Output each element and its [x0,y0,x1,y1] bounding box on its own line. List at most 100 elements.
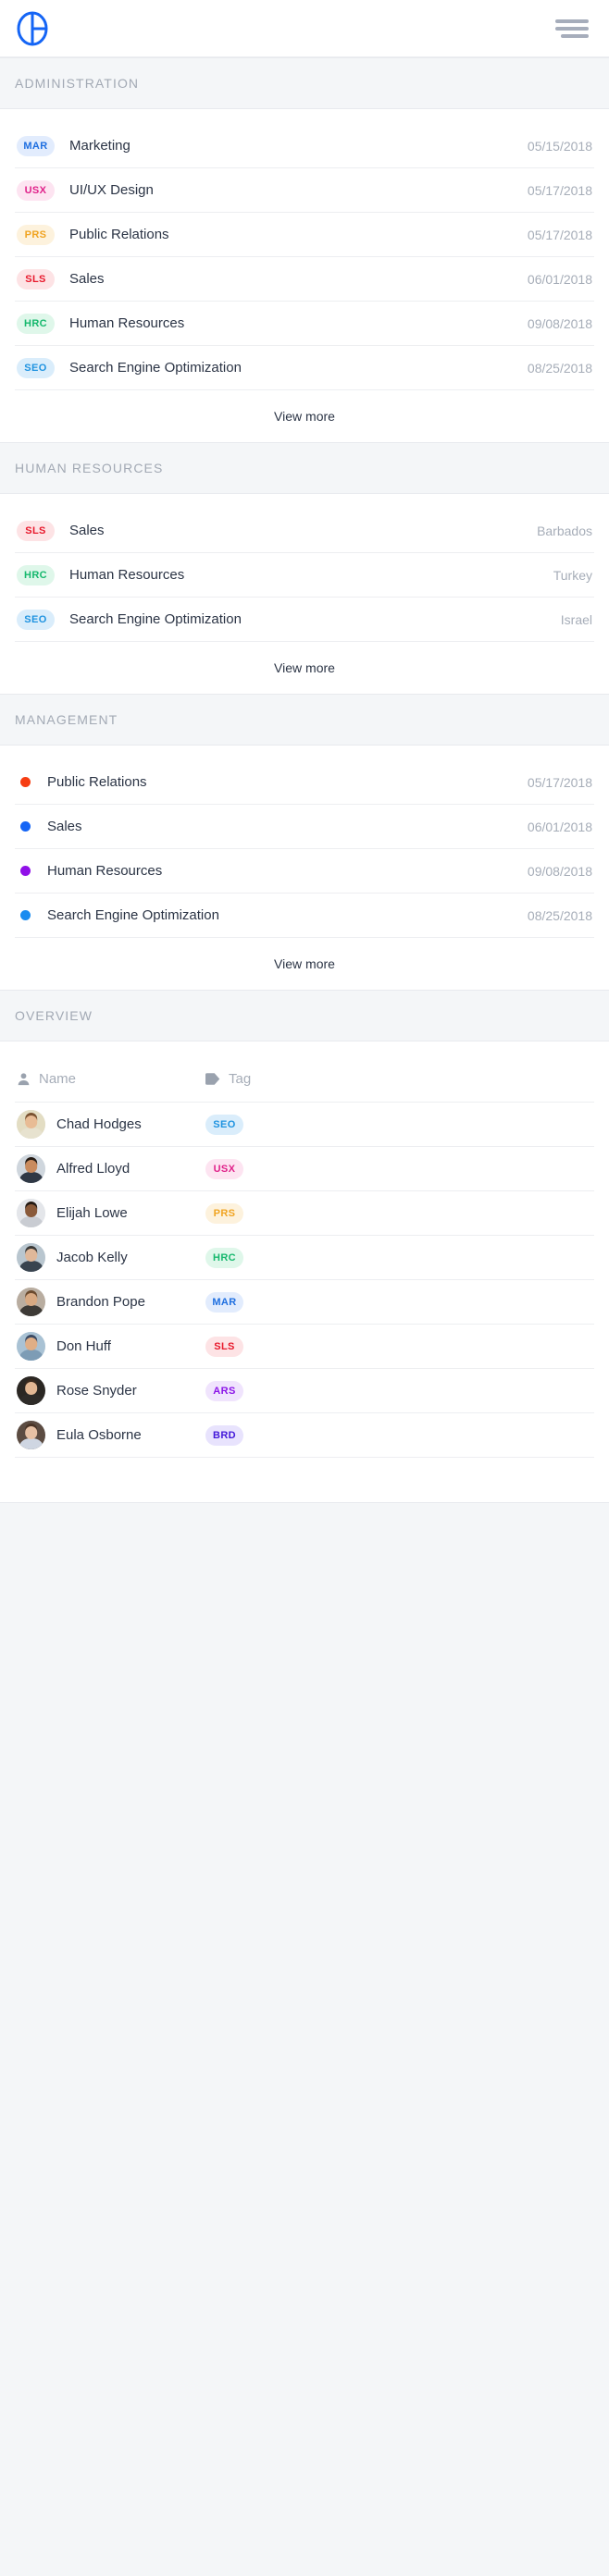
menu-icon[interactable] [555,17,589,41]
tag-badge: MAR [205,1291,243,1313]
table-row[interactable]: Alfred Lloyd USX [15,1147,594,1191]
tag-badge: PRS [205,1202,243,1224]
table-row[interactable]: Elijah Lowe PRS [15,1191,594,1236]
list-item-meta: 05/17/2018 [527,182,592,198]
pie-chart-logo[interactable] [15,11,50,46]
avatar-head [24,1115,38,1128]
list-item[interactable]: SEO Search Engine Optimization Israel [15,598,594,642]
tag-badge: SEO [17,357,55,378]
list-item-meta: 05/17/2018 [527,227,592,242]
avatar-body [19,1438,44,1449]
avatar [17,1421,45,1449]
table-row[interactable]: Jacob Kelly HRC [15,1236,594,1280]
table-header-row: Name Tag [15,1056,594,1103]
tag-badge: SEO [17,609,55,630]
table-cell-name: Eula Osborne [17,1421,205,1449]
column-header-tag[interactable]: Tag [205,1071,592,1087]
list-item-label: Human Resources [47,863,163,879]
section-header-management: MANAGEMENT [0,694,609,746]
panel-human-resources: SLS Sales Barbados HRC Human Resources Turkey… [0,494,609,694]
person-icon [17,1072,31,1086]
table-cell-name: Brandon Pope [17,1288,205,1316]
list-item[interactable]: SLS Sales 06/01/2018 [15,257,594,302]
list-item[interactable]: USX UI/UX Design 05/17/2018 [15,168,594,213]
list-item-label: Human Resources [69,567,185,583]
avatar-head [24,1160,38,1173]
list-item-label: Human Resources [69,315,185,331]
list-item-label: Search Engine Optimization [69,360,242,376]
tag-badge: SEO [205,1114,243,1135]
table-cell-tag: ARS [205,1380,592,1401]
view-more-link[interactable]: View more [15,642,594,694]
table-row[interactable]: Brandon Pope MAR [15,1280,594,1325]
table-cell-name: Elijah Lowe [17,1199,205,1227]
list-item-meta: Israel [560,611,592,627]
avatar-head [24,1249,38,1262]
footer-spacer [0,1465,609,1502]
table-row[interactable]: Chad Hodges SEO [15,1103,594,1147]
list-item[interactable]: HRC Human Resources 09/08/2018 [15,302,594,346]
person-name: Elijah Lowe [56,1205,128,1221]
avatar [17,1154,45,1183]
panel-administration: MAR Marketing 05/15/2018 USX UI/UX Design 05/… [0,109,609,442]
list-item-meta: 05/17/2018 [527,774,592,790]
person-name: Jacob Kelly [56,1250,128,1265]
avatar [17,1243,45,1272]
list-item-meta: 09/08/2018 [527,863,592,879]
list-item[interactable]: PRS Public Relations 05/17/2018 [15,213,594,257]
avatar-body [19,1261,44,1272]
list-item[interactable]: SLS Sales Barbados [15,509,594,553]
avatar-head [24,1382,38,1395]
bottom-strip [0,1502,609,1558]
overview-panel: Name Tag Chad Hodges SEO Alfred Lloyd USX El… [0,1041,609,1465]
list-item-meta: Barbados [537,523,592,538]
section-title: OVERVIEW [15,1008,93,1023]
list-item-label: UI/UX Design [69,182,154,198]
list-item[interactable]: Sales 06/01/2018 [15,805,594,849]
table-cell-name: Rose Snyder [17,1376,205,1405]
avatar [17,1332,45,1361]
list-item[interactable]: Public Relations 05/17/2018 [15,760,594,805]
tag-badge: PRS [17,224,55,245]
table-cell-name: Alfred Lloyd [17,1154,205,1183]
list-item[interactable]: MAR Marketing 05/15/2018 [15,124,594,168]
list-item-meta: 06/01/2018 [527,819,592,834]
list-item[interactable]: Search Engine Optimization 08/25/2018 [15,894,594,938]
list-item-meta: 05/15/2018 [527,138,592,154]
column-header-name[interactable]: Name [17,1071,205,1087]
list-item-meta: Turkey [553,567,592,583]
person-name: Chad Hodges [56,1116,142,1132]
person-name: Eula Osborne [56,1427,142,1443]
tag-badge: MAR [17,135,55,156]
table-row[interactable]: Rose Snyder ARS [15,1369,594,1413]
view-more-link[interactable]: View more [15,390,594,442]
sections-container: ADMINISTRATION MAR Marketing 05/15/2018 USX U… [0,57,609,990]
tag-badge: ARS [205,1380,243,1401]
list-item[interactable]: HRC Human Resources Turkey [15,553,594,598]
tag-badge: HRC [17,564,55,585]
view-more-link[interactable]: View more [15,938,594,990]
list-item[interactable]: SEO Search Engine Optimization 08/25/2018 [15,346,594,390]
table-cell-tag: PRS [205,1202,592,1224]
avatar [17,1288,45,1316]
tag-icon [205,1073,220,1085]
table-cell-name: Don Huff [17,1332,205,1361]
overview-rows: Chad Hodges SEO Alfred Lloyd USX Elijah Lowe… [15,1103,594,1458]
section-header-administration: ADMINISTRATION [0,57,609,109]
table-cell-name: Jacob Kelly [17,1243,205,1272]
column-header-tag-label: Tag [229,1071,252,1087]
table-row[interactable]: Eula Osborne BRD [15,1413,594,1458]
table-cell-tag: SEO [205,1114,592,1135]
list-item[interactable]: Human Resources 09/08/2018 [15,849,594,894]
list-item-label: Search Engine Optimization [47,907,219,923]
list-item-label: Search Engine Optimization [69,611,242,627]
section-title: HUMAN RESOURCES [15,461,164,475]
avatar-head [24,1293,38,1306]
table-row[interactable]: Don Huff SLS [15,1325,594,1369]
avatar-body [19,1216,44,1227]
avatar-body [19,1394,44,1405]
panel-management: Public Relations 05/17/2018 Sales 06/01/201… [0,746,609,990]
tag-badge: SLS [205,1336,243,1357]
